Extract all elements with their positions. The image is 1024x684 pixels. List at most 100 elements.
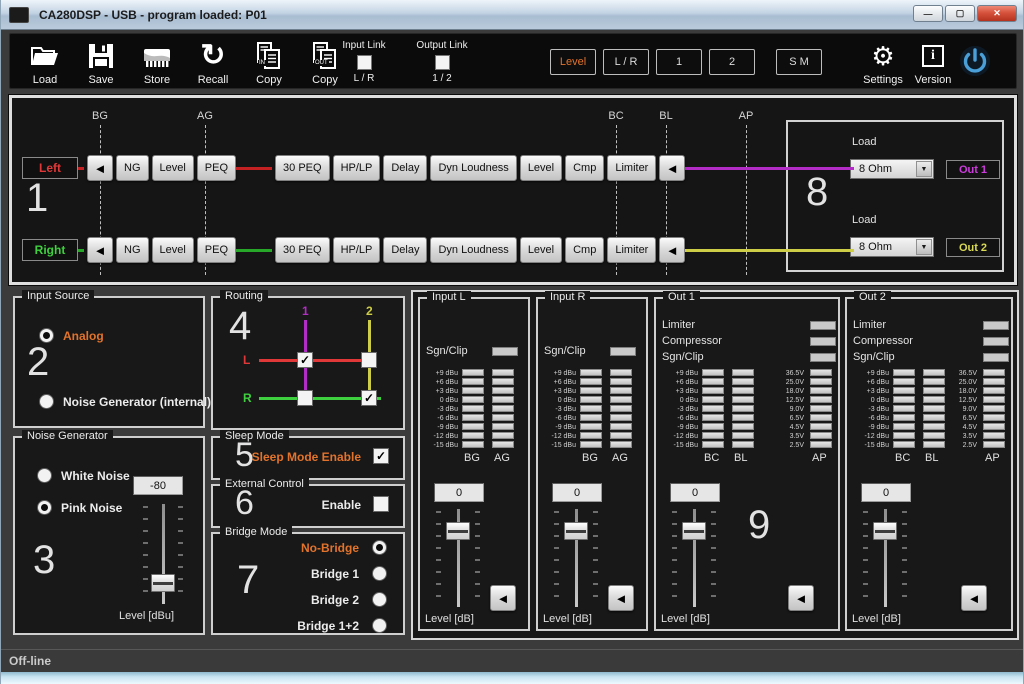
toolbar-button-store[interactable]: Store (134, 38, 180, 86)
mute-button[interactable]: ◄ (87, 155, 113, 181)
block-dyn-loudness-button[interactable]: Dyn Loudness (430, 155, 516, 181)
routing-checkbox-l-1[interactable]: ✓ (297, 352, 313, 368)
view-button-l-r[interactable]: L / R (603, 49, 649, 75)
fader-ticks (436, 511, 441, 605)
mute-button[interactable]: ◄ (788, 585, 814, 611)
level-fader[interactable] (672, 509, 716, 607)
load-impedance-select[interactable]: 8 Ohm▼ (850, 237, 934, 257)
pink-noise-radio[interactable] (37, 500, 52, 515)
white-noise-radio[interactable] (37, 468, 52, 483)
fader-handle[interactable] (682, 522, 706, 540)
bridge-option-radio-bridge-1-2[interactable] (372, 618, 387, 633)
fader-handle[interactable] (564, 522, 588, 540)
bridge-option-radio-bridge-1[interactable] (372, 566, 387, 581)
routing-checkbox-l-2[interactable] (361, 352, 377, 368)
toolbar-button-recall[interactable]: ↻Recall (190, 38, 236, 86)
block-level-button[interactable]: Level (152, 155, 194, 181)
meter-column-bg (580, 369, 602, 450)
block-delay-button[interactable]: Delay (383, 237, 427, 263)
block-cmp-button[interactable]: Cmp (565, 155, 604, 181)
noise-level-value[interactable]: -80 (133, 476, 183, 495)
meter-segment (580, 378, 602, 385)
mute-button[interactable]: ◄ (490, 585, 516, 611)
close-button[interactable]: ✕ (977, 5, 1017, 22)
limiter-led (810, 321, 836, 330)
settings-button[interactable]: ⚙ Settings (860, 38, 906, 86)
toolbar-button-load[interactable]: Load (22, 38, 68, 86)
level-value[interactable]: 0 (434, 483, 484, 502)
block-ng-button[interactable]: NG (116, 237, 149, 263)
view-button-1[interactable]: 1 (656, 49, 702, 75)
meter-segment (983, 387, 1005, 394)
toolbar-button-save[interactable]: Save (78, 38, 124, 86)
sleep-mode-checkbox[interactable]: ✓ (373, 448, 389, 464)
block-level-button[interactable]: Level (152, 237, 194, 263)
mute-button[interactable]: ◄ (87, 237, 113, 263)
block-limiter-button[interactable]: Limiter (607, 155, 656, 181)
input-link-label: Input Link (332, 40, 396, 51)
block-level-button[interactable]: Level (520, 237, 562, 263)
chevron-down-icon[interactable]: ▼ (916, 161, 932, 177)
input-link-checkbox[interactable] (357, 55, 372, 70)
bridge-option-radio-bridge-2[interactable] (372, 592, 387, 607)
level-fader[interactable] (436, 509, 480, 607)
window-title: CA280DSP - USB - program loaded: P01 (39, 8, 267, 22)
level-fader[interactable] (554, 509, 598, 607)
input-source-analog-radio[interactable] (39, 328, 54, 343)
block-hp-lp-button[interactable]: HP/LP (333, 237, 381, 263)
block-delay-button[interactable]: Delay (383, 155, 427, 181)
maximize-button[interactable]: ▢ (945, 5, 975, 22)
mute-button[interactable]: ◄ (659, 237, 685, 263)
version-button[interactable]: i Version (910, 38, 956, 86)
block-peq-button[interactable]: PEQ (197, 155, 236, 181)
chevron-down-icon[interactable]: ▼ (916, 239, 932, 255)
minimize-button[interactable]: — (913, 5, 943, 22)
view-button-s-m[interactable]: S M (776, 49, 822, 75)
view-button-2[interactable]: 2 (709, 49, 755, 75)
block-30-peq-button[interactable]: 30 PEQ (275, 155, 330, 181)
meters-panel: Input LSgn/Clip+9 dBu+6 dBu+3 dBu0 dBu-3… (411, 290, 1019, 640)
bridge-option-label-bridge-1-2: Bridge 1+2 (297, 619, 359, 633)
block-level-button[interactable]: Level (520, 155, 562, 181)
mute-button[interactable]: ◄ (608, 585, 634, 611)
external-control-checkbox[interactable] (373, 496, 389, 512)
level-value[interactable]: 0 (552, 483, 602, 502)
meter-segment (732, 387, 754, 394)
power-button[interactable] (958, 44, 992, 78)
level-fader[interactable] (863, 509, 907, 607)
bridge-option-radio-no-bridge[interactable] (372, 540, 387, 555)
block-hp-lp-button[interactable]: HP/LP (333, 155, 381, 181)
fader-handle[interactable] (873, 522, 897, 540)
block-ng-button[interactable]: NG (116, 155, 149, 181)
block-dyn-loudness-button[interactable]: Dyn Loudness (430, 237, 516, 263)
meter-segment (732, 414, 754, 421)
toolbar-button-copy-in[interactable]: INCopy (246, 38, 292, 86)
chain-output-line (685, 167, 854, 170)
dbu-scale-label: +9 dBu (658, 369, 698, 378)
sgn-clip-led (810, 353, 836, 362)
block-limiter-button[interactable]: Limiter (607, 237, 656, 263)
toolbar-button-label: Save (88, 74, 113, 86)
meter-segment (580, 414, 602, 421)
led-label-sgn-clip: Sgn/Clip (662, 351, 704, 363)
volt-scale-label: 25.0V (760, 378, 804, 387)
block-30-peq-button[interactable]: 30 PEQ (275, 237, 330, 263)
routing-checkbox-r-2[interactable]: ✓ (361, 390, 377, 406)
noise-level-fader[interactable] (143, 504, 183, 604)
routing-checkbox-r-1[interactable] (297, 390, 313, 406)
mute-button[interactable]: ◄ (961, 585, 987, 611)
view-button-level[interactable]: Level (550, 49, 596, 75)
block-peq-button[interactable]: PEQ (197, 237, 236, 263)
level-value[interactable]: 0 (861, 483, 911, 502)
fader-handle[interactable] (151, 574, 175, 592)
load-impedance-select[interactable]: 8 Ohm▼ (850, 159, 934, 179)
fader-handle[interactable] (446, 522, 470, 540)
output-link-checkbox[interactable] (435, 55, 450, 70)
level-value[interactable]: 0 (670, 483, 720, 502)
status-bar: Off-line (1, 649, 1023, 672)
mute-button[interactable]: ◄ (659, 155, 685, 181)
fader-ticks (593, 511, 598, 605)
block-cmp-button[interactable]: Cmp (565, 237, 604, 263)
volt-scale-label: 12.5V (760, 396, 804, 405)
input-source-noise-radio[interactable] (39, 394, 54, 409)
